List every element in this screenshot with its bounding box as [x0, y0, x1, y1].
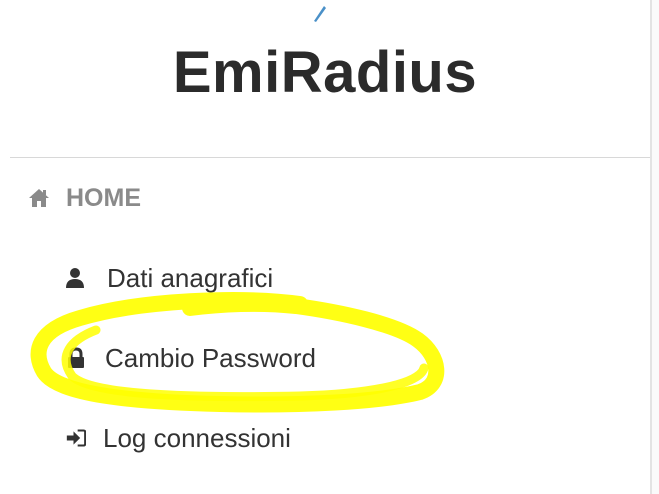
- menu-item-log-connessioni[interactable]: Log connessioni: [66, 418, 291, 458]
- menu-item-cambio-password[interactable]: Cambio Password: [66, 338, 316, 378]
- lock-icon: [66, 347, 86, 369]
- menu-item-label: Dati anagrafici: [107, 262, 274, 293]
- brand-title: EmiRadius: [172, 40, 478, 105]
- sign-in-icon: [66, 427, 86, 449]
- nav-home-label: HOME: [66, 183, 141, 212]
- sidebar-panel: EmiRadius HOME Dati anagrafici Cambio Pa: [0, 0, 659, 494]
- home-icon: [28, 188, 50, 208]
- menu-item-label: Log connessioni: [103, 422, 291, 453]
- divider: [10, 157, 650, 158]
- panel-gutter: [652, 0, 659, 494]
- nav-home[interactable]: HOME: [28, 180, 141, 216]
- logo-fragment-icon: [314, 6, 326, 22]
- menu-item-dati-anagrafici[interactable]: Dati anagrafici: [65, 258, 273, 298]
- user-icon: [65, 267, 85, 289]
- menu-item-label: Cambio Password: [105, 342, 316, 373]
